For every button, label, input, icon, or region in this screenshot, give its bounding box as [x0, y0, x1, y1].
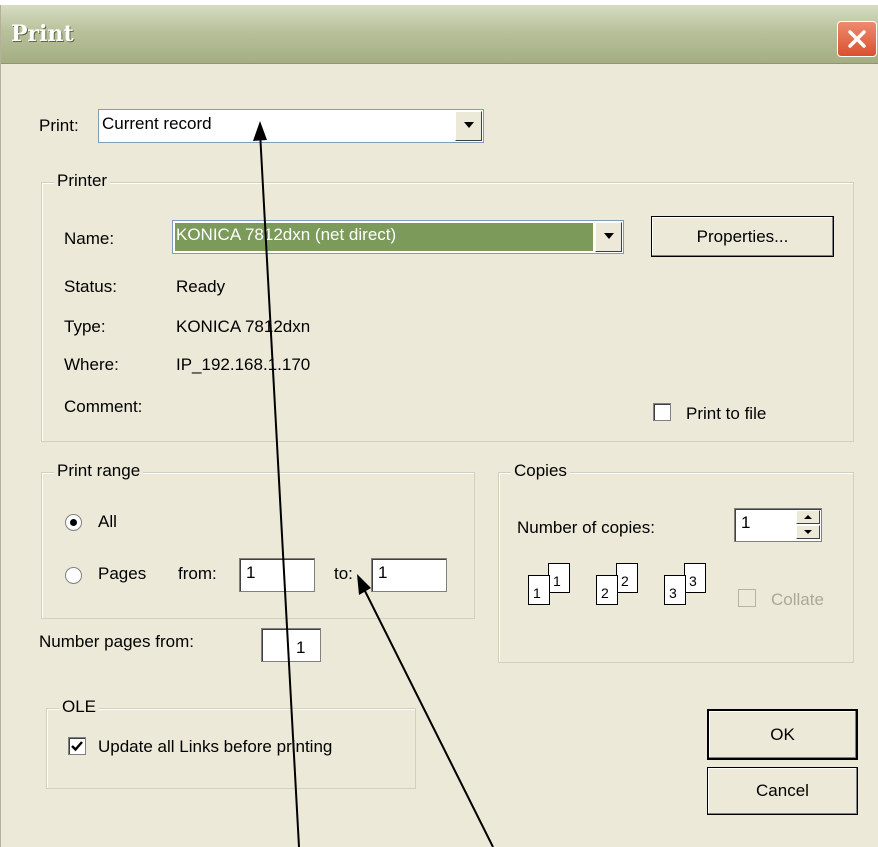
annotation-arrow-2: [357, 574, 494, 847]
annotation-arrows: [253, 121, 494, 847]
annotation-arrow-1: [253, 121, 300, 847]
